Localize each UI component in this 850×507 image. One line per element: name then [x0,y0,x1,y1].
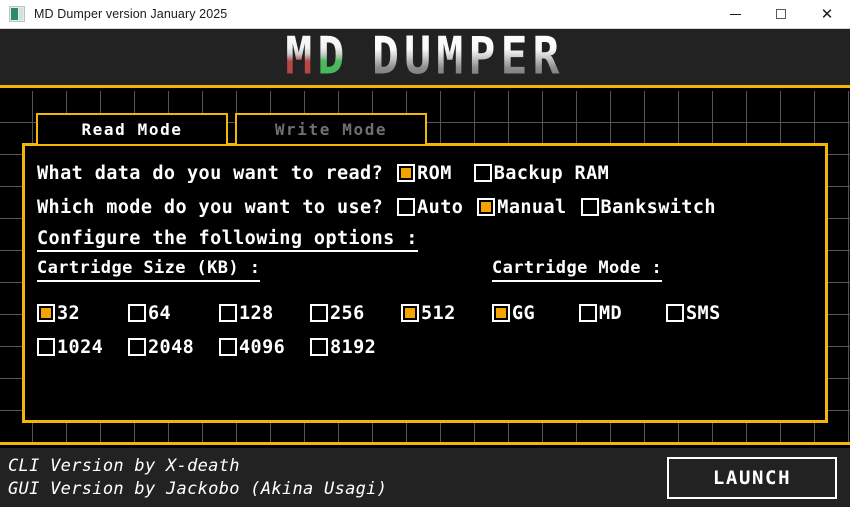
cartridge-size-row-2: 1024 2048 4096 8192 [37,330,492,364]
cartridge-size-row-1: 32 64 128 256 512 [37,296,492,330]
checkbox-size-256-label: 256 [330,302,365,324]
logo-gap [350,31,372,83]
checkbox-mode-gg[interactable]: GG [492,303,579,324]
minimize-button[interactable] [712,0,758,28]
configure-options-title: Configure the following options : [37,228,418,252]
window-titlebar: MD Dumper version January 2025 ✕ [0,0,850,29]
app-window: MD Dumper version January 2025 ✕ M D DUM… [0,0,850,507]
tab-write-mode-label: Write Mode [274,120,388,139]
checkbox-mode-md-label: MD [599,302,623,324]
checkbox-mode-md-box [579,304,597,322]
close-button[interactable]: ✕ [804,0,850,28]
cartridge-size-heading-wrap: Cartridge Size (KB) : [37,258,492,296]
checkbox-mode-sms-label: SMS [686,302,721,324]
checkbox-size-1024-label: 1024 [57,336,104,358]
checkbox-backup-ram-box [473,164,492,182]
checkbox-size-1024[interactable]: 1024 [37,337,128,358]
checkbox-manual-label: Manual [497,196,567,218]
logo-word-dumper: DUMPER [371,26,565,87]
tab-read-mode[interactable]: Read Mode [36,113,228,144]
checkbox-size-512[interactable]: 512 [401,303,492,324]
launch-button[interactable]: LAUNCH [667,456,837,499]
credit-gui: GUI Version by Jackobo (Akina Usagi) [8,479,388,499]
checkbox-mode-md[interactable]: MD [579,303,666,324]
cartridge-mode-heading: Cartridge Mode : [492,258,663,282]
window-title: MD Dumper version January 2025 [34,7,228,21]
checkbox-size-128-box [219,304,237,322]
credits-block: CLI Version by X-death GUI Version by Ja… [8,456,387,499]
checkbox-size-4096[interactable]: 4096 [219,337,310,358]
minimize-icon [729,13,741,15]
checkbox-size-512-label: 512 [421,302,456,324]
configure-options-title-wrap: Configure the following options : [37,228,813,252]
checkbox-backup-ram[interactable]: Backup RAM [473,162,610,184]
checkbox-auto-box [397,198,416,216]
checkbox-size-256-box [310,304,328,322]
checkbox-rom-label: ROM [417,162,452,184]
mode-tabs: Read Mode Write Mode [36,113,427,144]
checkbox-bankswitch-label: Bankswitch [600,196,716,218]
close-icon: ✕ [820,4,834,23]
checkbox-mode-sms[interactable]: SMS [666,303,753,324]
checkbox-size-8192-box [310,338,328,356]
cartridge-size-heading: Cartridge Size (KB) : [37,258,261,282]
checkbox-size-4096-box [219,338,237,356]
checkbox-size-256[interactable]: 256 [310,303,401,324]
checkbox-rom-box [397,164,416,182]
data-type-question: What data do you want to read? [37,162,384,184]
checkbox-bankswitch[interactable]: Bankswitch [580,196,716,218]
maximize-button[interactable] [758,0,804,28]
cartridge-mode-row: GG MD SMS [492,296,813,330]
checkbox-size-32-box [37,304,55,322]
checkbox-size-4096-label: 4096 [239,336,286,358]
launch-button-label: LAUNCH [712,466,792,489]
checkbox-size-64[interactable]: 64 [128,303,219,324]
options-columns: Cartridge Size (KB) : 32 64 128 256 512 … [37,258,813,364]
checkbox-size-2048-box [128,338,146,356]
checkbox-rom[interactable]: ROM [397,163,452,184]
checkbox-size-64-box [128,304,146,322]
checkbox-size-2048[interactable]: 2048 [128,337,219,358]
cartridge-mode-heading-wrap: Cartridge Mode : [492,258,813,296]
checkbox-size-32[interactable]: 32 [37,303,128,324]
maximize-icon [776,9,786,19]
checkbox-mode-gg-label: GG [512,302,536,324]
data-type-row: What data do you want to read? ROM Backu… [37,156,813,190]
logo-letter-m: M [285,26,318,87]
checkbox-size-8192[interactable]: 8192 [310,337,401,358]
checkbox-size-8192-label: 8192 [330,336,377,358]
tab-write-mode[interactable]: Write Mode [235,113,427,144]
read-mode-question: Which mode do you want to use? [37,196,384,218]
options-panel: What data do you want to read? ROM Backu… [22,143,828,423]
checkbox-bankswitch-box [580,198,599,216]
checkbox-size-2048-label: 2048 [148,336,195,358]
checkbox-backup-ram-label: Backup RAM [493,162,610,184]
logo-banner: M D DUMPER [0,29,850,88]
logo-letter-d: D [317,26,350,87]
read-mode-row: Which mode do you want to use? Auto Manu… [37,190,813,224]
checkbox-size-1024-box [37,338,55,356]
checkbox-size-512-box [401,304,419,322]
app-logo: M D DUMPER [285,26,565,87]
grid-workarea: Read Mode Write Mode What data do you wa… [0,91,850,445]
tab-read-mode-label: Read Mode [81,120,183,139]
checkbox-auto[interactable]: Auto [397,197,463,218]
app-icon [9,6,25,22]
checkbox-manual-box [477,198,496,216]
cartridge-mode-section: Cartridge Mode : GG MD SMS [492,258,813,364]
checkbox-size-32-label: 32 [57,302,81,324]
checkbox-mode-sms-box [666,304,684,322]
checkbox-size-128[interactable]: 128 [219,303,310,324]
cartridge-size-section: Cartridge Size (KB) : 32 64 128 256 512 … [37,258,492,364]
checkbox-size-128-label: 128 [239,302,274,324]
checkbox-auto-label: Auto [417,196,464,218]
checkbox-mode-gg-box [492,304,510,322]
checkbox-size-64-label: 64 [148,302,172,324]
credit-cli: CLI Version by X-death [8,456,240,476]
footer-bar: CLI Version by X-death GUI Version by Ja… [0,448,850,507]
checkbox-manual[interactable]: Manual [477,197,566,218]
